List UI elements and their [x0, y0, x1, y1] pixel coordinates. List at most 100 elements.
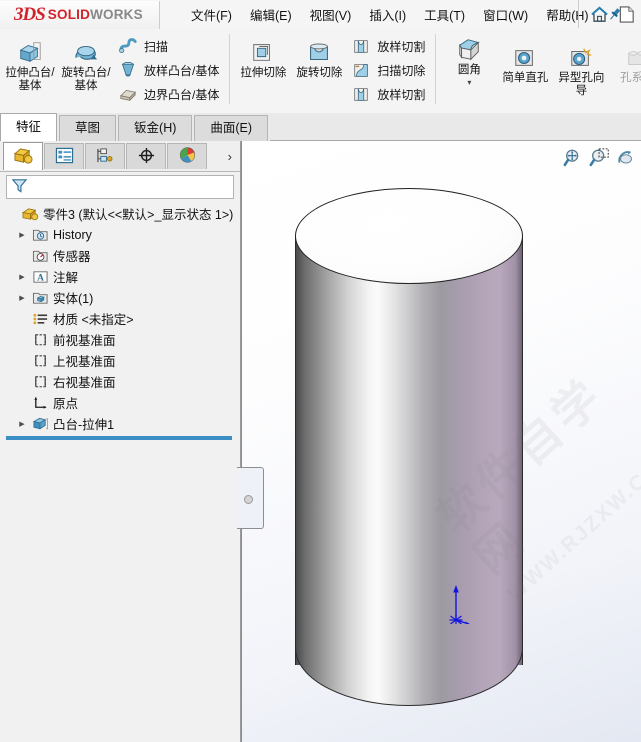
tab-features[interactable]: 特征 — [0, 113, 58, 141]
tree-tab-featuremanager[interactable] — [3, 142, 43, 170]
tree-item-history-label: History — [53, 227, 92, 242]
extrude-boss-icon — [15, 37, 45, 65]
tree-tabs-more-chevron[interactable]: › — [228, 149, 232, 164]
plane-icon — [30, 332, 50, 348]
tree-item-material-label: 材质 <未指定> — [53, 313, 134, 327]
command-ribbon: 拉伸凸台/基体 旋转凸台/基体 扫描 放样凸台/基体 边界凸台/基体 拉伸切除 … — [0, 29, 641, 114]
tree-expander-boss-extrude1[interactable]: ▶ — [14, 420, 30, 428]
tree-item-top-plane[interactable]: 上视基准面 — [4, 350, 240, 371]
ribbon-group-cut: 拉伸切除 旋转切除 放样切割 扫描切除 放样切割 — [233, 29, 432, 113]
cylinder-model[interactable] — [295, 188, 525, 708]
configuration-manager-icon — [96, 147, 115, 167]
menu-insert[interactable]: 插入(I) — [360, 1, 415, 28]
tree-tab-dimxpert[interactable] — [126, 143, 166, 169]
sweep-cut-label: 扫描切除 — [377, 63, 426, 78]
tree-item-part[interactable]: 零件3 (默认<<默认>_显示状态 1>) — [4, 203, 240, 224]
feature-manager-icon — [13, 146, 34, 168]
tree-expander-solid-bodies[interactable]: ▶ — [14, 294, 30, 302]
plane-icon — [30, 353, 50, 369]
menu-window[interactable]: 窗口(W) — [474, 1, 537, 28]
boundary-boss-icon — [116, 85, 140, 103]
hole-series-button: 孔系列 — [609, 32, 641, 85]
tree-tab-propertymanager[interactable] — [44, 143, 84, 169]
menu-view[interactable]: 视图(V) — [301, 1, 361, 28]
hole-wizard-icon — [568, 42, 594, 70]
feature-tree-rollback-bar[interactable] — [6, 436, 232, 440]
extrude-cut-icon — [249, 37, 277, 65]
tree-tab-displaymanager[interactable] — [167, 143, 207, 169]
solidworks-wordmark: SOLIDWORKS — [47, 7, 143, 22]
origin-triad[interactable] — [447, 580, 477, 626]
menu-edit[interactable]: 编辑(E) — [241, 1, 301, 28]
menu-file[interactable]: 文件(F) — [182, 1, 241, 28]
home-icon[interactable] — [585, 1, 613, 27]
zoom-to-fit-icon[interactable] — [561, 145, 587, 171]
property-manager-icon — [55, 147, 74, 167]
display-manager-icon — [178, 146, 197, 167]
tree-tab-configurationmanager[interactable] — [85, 143, 125, 169]
cylinder-bottom-face[interactable] — [295, 588, 523, 706]
simple-hole-icon — [512, 42, 538, 70]
material-icon — [30, 311, 50, 327]
feature-tree-filter-bar[interactable] — [6, 175, 234, 199]
hole-wizard-label: 异型孔向导 — [558, 72, 605, 97]
fillet-button[interactable]: 圆角 — [441, 32, 497, 77]
tree-expander-annotations[interactable]: ▶ — [14, 273, 30, 281]
panel-splitter-handle[interactable] — [237, 467, 264, 529]
revolve-boss-icon — [71, 37, 101, 65]
cylinder-top-face[interactable] — [295, 188, 523, 284]
loft-cut-button[interactable]: 放样切割 — [347, 34, 430, 58]
loft-boss-button[interactable]: 放样凸台/基体 — [114, 58, 224, 82]
tree-item-annotations[interactable]: ▶ A 注解 — [4, 266, 240, 287]
fillet-dropdown-caret[interactable]: ▾ — [467, 78, 471, 87]
solidworks-logo: 3DS SOLIDWORKS — [0, 0, 160, 29]
tab-sketch[interactable]: 草图 — [59, 115, 117, 141]
tree-item-solid-bodies[interactable]: ▶ 实体(1) — [4, 287, 240, 308]
dimxpert-icon — [137, 147, 156, 167]
loft-cut-label: 放样切割 — [377, 39, 426, 54]
tree-item-origin[interactable]: 原点 — [4, 392, 240, 413]
tree-item-history[interactable]: ▶ History — [4, 224, 240, 245]
new-document-icon[interactable] — [613, 1, 641, 27]
simple-hole-button[interactable]: 简单直孔 — [497, 32, 553, 85]
sweep-button[interactable]: 扫描 — [114, 34, 224, 58]
revolve-cut-button[interactable]: 旋转切除 — [291, 32, 347, 80]
tab-surfaces[interactable]: 曲面(E) — [194, 115, 269, 141]
tree-item-front-plane-label: 前视基准面 — [53, 334, 116, 348]
sweep-cut-button[interactable]: 扫描切除 — [347, 58, 430, 82]
loft-cut-icon — [349, 37, 373, 55]
extrude-boss-button[interactable]: 拉伸凸台/基体 — [2, 32, 58, 92]
loft-cut-button-2[interactable]: 放样切割 — [347, 82, 430, 106]
hole-wizard-button[interactable]: 异型孔向导 — [553, 32, 609, 97]
tree-item-front-plane[interactable]: 前视基准面 — [4, 329, 240, 350]
menubar-right-buttons — [578, 0, 641, 28]
sweep-cut-icon — [349, 61, 373, 79]
sweep-icon — [116, 37, 140, 55]
extrude-cut-button[interactable]: 拉伸切除 — [235, 32, 291, 80]
tree-item-part-label: 零件3 (默认<<默认>_显示状态 1>) — [43, 208, 234, 222]
origin-icon — [30, 395, 50, 411]
rotate-view-icon[interactable] — [613, 145, 639, 171]
tree-item-boss-extrude1-label: 凸台-拉伸1 — [53, 418, 115, 432]
revolve-cut-label: 旋转切除 — [296, 67, 343, 79]
sweep-label: 扫描 — [144, 39, 169, 54]
menu-item-list: 文件(F) 编辑(E) 视图(V) 插入(I) 工具(T) 窗口(W) 帮助(H… — [182, 1, 598, 28]
tree-item-sensors[interactable]: 传感器 — [4, 245, 240, 266]
fillet-label: 圆角 — [457, 64, 481, 76]
hole-series-icon — [624, 42, 641, 70]
extrude-feature-icon — [30, 416, 50, 432]
tree-expander-history[interactable]: ▶ — [14, 231, 30, 239]
fillet-icon — [454, 34, 484, 62]
boundary-boss-label: 边界凸台/基体 — [144, 87, 220, 102]
menu-tools[interactable]: 工具(T) — [415, 1, 474, 28]
graphics-viewport[interactable]: 软件自学网 WWW.RJZXW.COM — [241, 141, 641, 742]
tree-item-boss-extrude1[interactable]: ▶ 凸台-拉伸1 — [4, 413, 240, 434]
tree-item-right-plane[interactable]: 右视基准面 — [4, 371, 240, 392]
boundary-boss-button[interactable]: 边界凸台/基体 — [114, 82, 224, 106]
tab-sheetmetal[interactable]: 钣金(H) — [118, 115, 193, 141]
revolve-boss-button[interactable]: 旋转凸台/基体 — [58, 32, 114, 92]
splitter-grip-dot — [244, 495, 253, 504]
extrude-cut-label: 拉伸切除 — [240, 67, 287, 79]
tree-item-material[interactable]: 材质 <未指定> — [4, 308, 240, 329]
zoom-to-area-icon[interactable] — [587, 145, 613, 171]
